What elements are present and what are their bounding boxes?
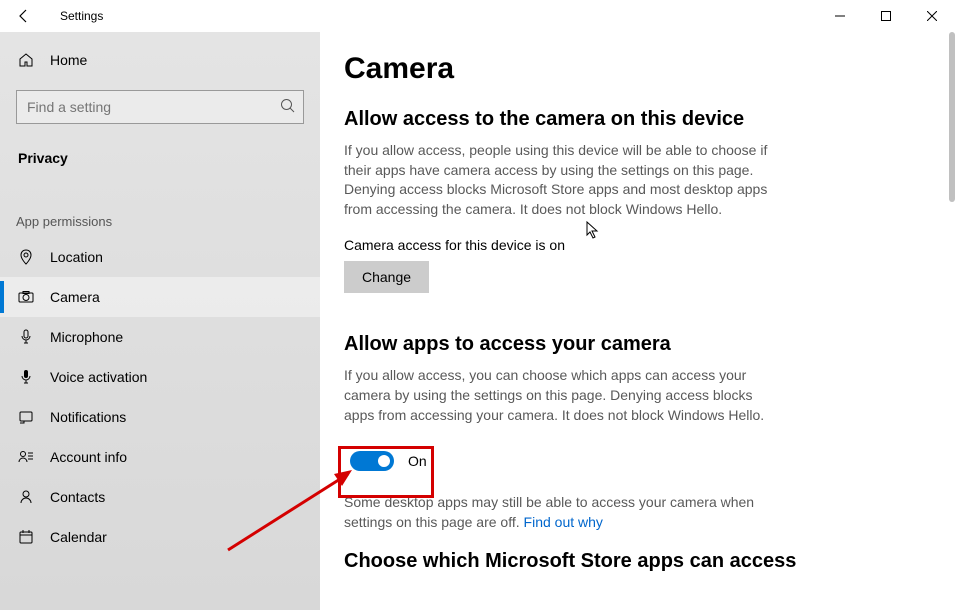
sidebar-item-label: Camera <box>50 289 100 305</box>
section2-heading: Allow apps to access your camera <box>344 333 955 356</box>
sidebar-item-notifications[interactable]: Notifications <box>0 397 320 437</box>
titlebar: Settings <box>0 0 955 32</box>
home-nav[interactable]: Home <box>0 42 320 78</box>
search-icon <box>280 98 296 119</box>
sidebar-item-label: Location <box>50 249 103 265</box>
scrollbar[interactable] <box>949 32 955 202</box>
section-label: App permissions <box>0 204 320 237</box>
back-button[interactable] <box>0 0 48 32</box>
location-icon <box>16 249 36 265</box>
device-status: Camera access for this device is on <box>344 237 955 253</box>
sidebar-item-label: Microphone <box>50 329 123 345</box>
maximize-button[interactable] <box>863 0 909 32</box>
find-out-why-link[interactable]: Find out why <box>524 514 603 530</box>
sidebar-item-calendar[interactable]: Calendar <box>0 517 320 557</box>
sidebar-item-label: Contacts <box>50 489 105 505</box>
window-controls <box>817 0 955 32</box>
section3-heading: Choose which Microsoft Store apps can ac… <box>344 550 955 573</box>
sidebar-item-contacts[interactable]: Contacts <box>0 477 320 517</box>
microphone-icon <box>16 329 36 345</box>
search-box <box>16 90 304 124</box>
category-label: Privacy <box>0 136 320 180</box>
close-icon <box>927 11 937 21</box>
sidebar-item-location[interactable]: Location <box>0 237 320 277</box>
minimize-icon <box>835 11 845 21</box>
window-title: Settings <box>60 9 103 23</box>
voice-icon <box>16 369 36 385</box>
camera-toggle-row: On <box>344 443 955 479</box>
home-icon <box>16 52 36 68</box>
sidebar-item-microphone[interactable]: Microphone <box>0 317 320 357</box>
page-title: Camera <box>344 52 955 86</box>
toggle-state-label: On <box>408 453 427 469</box>
sidebar-item-label: Voice activation <box>50 369 147 385</box>
close-button[interactable] <box>909 0 955 32</box>
notifications-icon <box>16 409 36 425</box>
sidebar-item-label: Notifications <box>50 409 126 425</box>
toggle-knob <box>378 455 390 467</box>
sidebar-item-label: Calendar <box>50 529 107 545</box>
section2-body: If you allow access, you can choose whic… <box>344 366 784 425</box>
camera-icon <box>16 289 36 305</box>
sidebar-item-voice-activation[interactable]: Voice activation <box>0 357 320 397</box>
minimize-button[interactable] <box>817 0 863 32</box>
section1-body: If you allow access, people using this d… <box>344 141 784 219</box>
content-area: Camera Allow access to the camera on thi… <box>320 32 955 610</box>
calendar-icon <box>16 529 36 545</box>
account-icon <box>16 449 36 465</box>
sidebar-item-label: Account info <box>50 449 127 465</box>
change-button[interactable]: Change <box>344 261 429 293</box>
contacts-icon <box>16 489 36 505</box>
maximize-icon <box>881 11 891 21</box>
camera-toggle[interactable] <box>350 451 394 471</box>
desktop-note: Some desktop apps may still be able to a… <box>344 493 784 532</box>
sidebar: Home Privacy App permissions Location Ca… <box>0 32 320 610</box>
sidebar-item-account-info[interactable]: Account info <box>0 437 320 477</box>
search-input[interactable] <box>16 90 304 124</box>
home-label: Home <box>50 52 87 68</box>
sidebar-item-camera[interactable]: Camera <box>0 277 320 317</box>
arrow-left-icon <box>16 8 32 24</box>
section1-heading: Allow access to the camera on this devic… <box>344 108 955 131</box>
